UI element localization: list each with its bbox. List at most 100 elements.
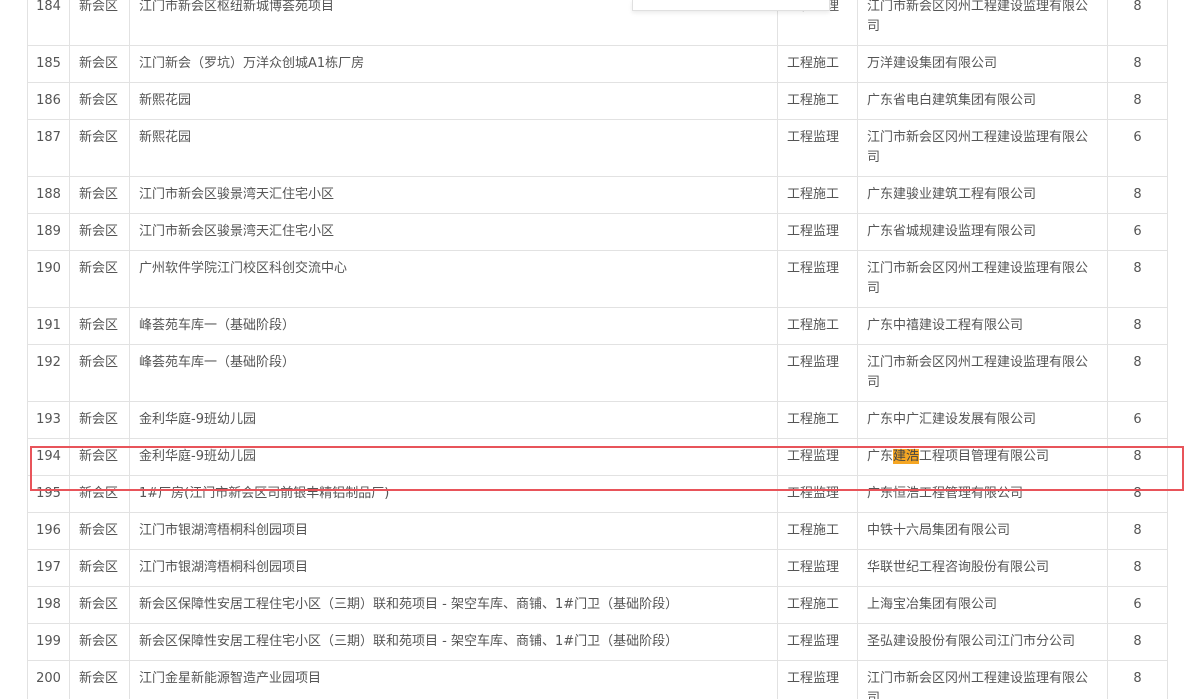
project-name-cell: 新熙花园 bbox=[129, 119, 778, 177]
company-cell: 江门市新会区冈州工程建设监理有限公司 bbox=[857, 344, 1108, 402]
type-cell: 工程施工 bbox=[777, 586, 858, 624]
type-cell: 工程施工 bbox=[777, 401, 858, 439]
type-cell: 工程监理 bbox=[777, 660, 858, 699]
score-cell: 8 bbox=[1107, 475, 1168, 513]
district-cell: 新会区 bbox=[69, 344, 130, 402]
table-row: 190 新会区 广州软件学院江门校区科创交流中心 工程监理 江门市新会区冈州工程… bbox=[27, 250, 1168, 308]
district-cell: 新会区 bbox=[69, 250, 130, 308]
score-cell: 8 bbox=[1107, 344, 1168, 402]
score-cell: 8 bbox=[1107, 45, 1168, 83]
results-table: 184 新会区 江门市新会区枢纽新城博荟苑项目 工程监理 江门市新会区冈州工程建… bbox=[27, 0, 1168, 699]
row-number: 195 bbox=[27, 475, 70, 513]
company-cell: 江门市新会区冈州工程建设监理有限公司 bbox=[857, 250, 1108, 308]
score-cell: 8 bbox=[1107, 660, 1168, 699]
project-name-cell: 峰荟苑车库一（基础阶段） bbox=[129, 344, 778, 402]
table-row: 196 新会区 江门市银湖湾梧桐科创园项目 工程施工 中铁十六局集团有限公司 8 bbox=[27, 512, 1168, 550]
score-cell: 6 bbox=[1107, 586, 1168, 624]
type-cell: 工程监理 bbox=[777, 119, 858, 177]
district-cell: 新会区 bbox=[69, 0, 130, 46]
table-row: 197 新会区 江门市银湖湾梧桐科创园项目 工程监理 华联世纪工程咨询股份有限公… bbox=[27, 549, 1168, 587]
table-row: 200 新会区 江门金星新能源智造产业园项目 工程监理 江门市新会区冈州工程建设… bbox=[27, 660, 1168, 699]
company-cell: 圣弘建设股份有限公司江门市分公司 bbox=[857, 623, 1108, 661]
row-number: 184 bbox=[27, 0, 70, 46]
district-cell: 新会区 bbox=[69, 213, 130, 251]
type-cell: 工程监理 bbox=[777, 250, 858, 308]
district-cell: 新会区 bbox=[69, 119, 130, 177]
type-cell: 工程施工 bbox=[777, 307, 858, 345]
table-row: 191 新会区 峰荟苑车库一（基础阶段） 工程施工 广东中禧建设工程有限公司 8 bbox=[27, 307, 1168, 345]
district-cell: 新会区 bbox=[69, 438, 130, 476]
type-cell: 工程施工 bbox=[777, 82, 858, 120]
table-row: 188 新会区 江门市新会区骏景湾天汇住宅小区 工程施工 广东建骏业建筑工程有限… bbox=[27, 176, 1168, 214]
popup-panel-edge bbox=[632, 0, 830, 11]
project-name-cell: 江门市新会区骏景湾天汇住宅小区 bbox=[129, 176, 778, 214]
score-cell: 8 bbox=[1107, 307, 1168, 345]
table-row: 185 新会区 江门新会（罗坑）万洋众创城A1栋厂房 工程施工 万洋建设集团有限… bbox=[27, 45, 1168, 83]
company-cell: 江门市新会区冈州工程建设监理有限公司 bbox=[857, 0, 1108, 46]
type-cell: 工程监理 bbox=[777, 344, 858, 402]
type-cell: 工程施工 bbox=[777, 176, 858, 214]
score-cell: 8 bbox=[1107, 82, 1168, 120]
district-cell: 新会区 bbox=[69, 45, 130, 83]
table-row-selected: 194 新会区 金利华庭-9班幼儿园 工程监理 广东建浩工程项目管理有限公司 8 bbox=[27, 438, 1168, 476]
company-suffix: 工程项目管理有限公司 bbox=[919, 449, 1050, 464]
type-cell: 工程施工 bbox=[777, 512, 858, 550]
row-number: 199 bbox=[27, 623, 70, 661]
score-cell: 8 bbox=[1107, 0, 1168, 46]
row-number: 186 bbox=[27, 82, 70, 120]
company-cell: 江门市新会区冈州工程建设监理有限公司 bbox=[857, 660, 1108, 699]
project-name-cell: 金利华庭-9班幼儿园 bbox=[129, 438, 778, 476]
company-cell: 广东建骏业建筑工程有限公司 bbox=[857, 176, 1108, 214]
company-prefix: 广东 bbox=[867, 449, 894, 464]
row-number: 194 bbox=[27, 438, 70, 476]
table-row: 186 新会区 新熙花园 工程施工 广东省电白建筑集团有限公司 8 bbox=[27, 82, 1168, 120]
score-cell: 6 bbox=[1107, 401, 1168, 439]
project-name-cell: 新会区保障性安居工程住宅小区（三期）联和苑项目 - 架空车库、商铺、1#门卫（基… bbox=[129, 586, 778, 624]
score-cell: 6 bbox=[1107, 119, 1168, 177]
row-number: 192 bbox=[27, 344, 70, 402]
type-cell: 工程监理 bbox=[777, 549, 858, 587]
score-cell: 8 bbox=[1107, 250, 1168, 308]
row-number: 185 bbox=[27, 45, 70, 83]
row-number: 196 bbox=[27, 512, 70, 550]
type-cell: 工程监理 bbox=[777, 438, 858, 476]
district-cell: 新会区 bbox=[69, 623, 130, 661]
score-cell: 8 bbox=[1107, 623, 1168, 661]
table-row: 189 新会区 江门市新会区骏景湾天汇住宅小区 工程监理 广东省城规建设监理有限… bbox=[27, 213, 1168, 251]
project-name-cell: 江门金星新能源智造产业园项目 bbox=[129, 660, 778, 699]
company-cell: 江门市新会区冈州工程建设监理有限公司 bbox=[857, 119, 1108, 177]
district-cell: 新会区 bbox=[69, 475, 130, 513]
company-cell: 广东省城规建设监理有限公司 bbox=[857, 213, 1108, 251]
company-cell: 中铁十六局集团有限公司 bbox=[857, 512, 1108, 550]
table-row: 187 新会区 新熙花园 工程监理 江门市新会区冈州工程建设监理有限公司 6 bbox=[27, 119, 1168, 177]
district-cell: 新会区 bbox=[69, 586, 130, 624]
row-number: 189 bbox=[27, 213, 70, 251]
project-name-cell: 江门新会（罗坑）万洋众创城A1栋厂房 bbox=[129, 45, 778, 83]
company-cell: 广东省电白建筑集团有限公司 bbox=[857, 82, 1108, 120]
row-number: 190 bbox=[27, 250, 70, 308]
district-cell: 新会区 bbox=[69, 660, 130, 699]
score-cell: 8 bbox=[1107, 549, 1168, 587]
company-cell: 万洋建设集团有限公司 bbox=[857, 45, 1108, 83]
district-cell: 新会区 bbox=[69, 401, 130, 439]
company-cell: 华联世纪工程咨询股份有限公司 bbox=[857, 549, 1108, 587]
company-cell: 广东恒浩工程管理有限公司 bbox=[857, 475, 1108, 513]
district-cell: 新会区 bbox=[69, 512, 130, 550]
row-number: 188 bbox=[27, 176, 70, 214]
district-cell: 新会区 bbox=[69, 307, 130, 345]
company-cell: 广东中禧建设工程有限公司 bbox=[857, 307, 1108, 345]
project-name-cell: 金利华庭-9班幼儿园 bbox=[129, 401, 778, 439]
table-row: 199 新会区 新会区保障性安居工程住宅小区（三期）联和苑项目 - 架空车库、商… bbox=[27, 623, 1168, 661]
district-cell: 新会区 bbox=[69, 549, 130, 587]
project-name-cell: 新熙花园 bbox=[129, 82, 778, 120]
score-cell: 8 bbox=[1107, 512, 1168, 550]
project-name-cell: 广州软件学院江门校区科创交流中心 bbox=[129, 250, 778, 308]
row-number: 197 bbox=[27, 549, 70, 587]
search-highlight: 建浩 bbox=[893, 449, 920, 464]
project-name-cell: 新会区保障性安居工程住宅小区（三期）联和苑项目 - 架空车库、商铺、1#门卫（基… bbox=[129, 623, 778, 661]
project-name-cell: 1#厂房(江门市新会区司前银丰精铝制品厂) bbox=[129, 475, 778, 513]
score-cell: 8 bbox=[1107, 438, 1168, 476]
table-row: 193 新会区 金利华庭-9班幼儿园 工程施工 广东中广汇建设发展有限公司 6 bbox=[27, 401, 1168, 439]
table-row: 192 新会区 峰荟苑车库一（基础阶段） 工程监理 江门市新会区冈州工程建设监理… bbox=[27, 344, 1168, 402]
row-number: 198 bbox=[27, 586, 70, 624]
